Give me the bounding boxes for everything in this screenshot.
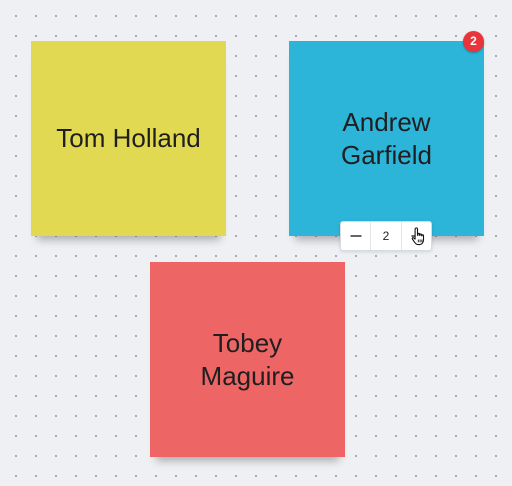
add-vote-button[interactable]	[401, 222, 431, 250]
sticky-note-text: Tobey Maguire	[200, 327, 295, 391]
hand-pointer-cursor-icon	[411, 227, 425, 246]
remove-vote-button[interactable]	[341, 222, 371, 250]
sticky-note-andrew-garfield[interactable]: Andrew Garfield	[289, 41, 484, 236]
vote-count: 2	[382, 229, 390, 243]
vote-count-badge: 2	[463, 31, 484, 52]
sticky-note-tom-holland[interactable]: Tom Holland	[31, 41, 226, 236]
vote-stepper[interactable]: 2	[340, 221, 432, 251]
sticky-note-text: Andrew Garfield	[340, 106, 433, 170]
sticky-note-text: Tom Holland	[56, 123, 201, 153]
minus-icon	[350, 235, 361, 237]
sticky-note-tobey-maguire[interactable]: Tobey Maguire	[150, 262, 345, 457]
whiteboard-canvas[interactable]: Tom Holland Andrew Garfield 2 Tobey Magu…	[0, 0, 512, 486]
